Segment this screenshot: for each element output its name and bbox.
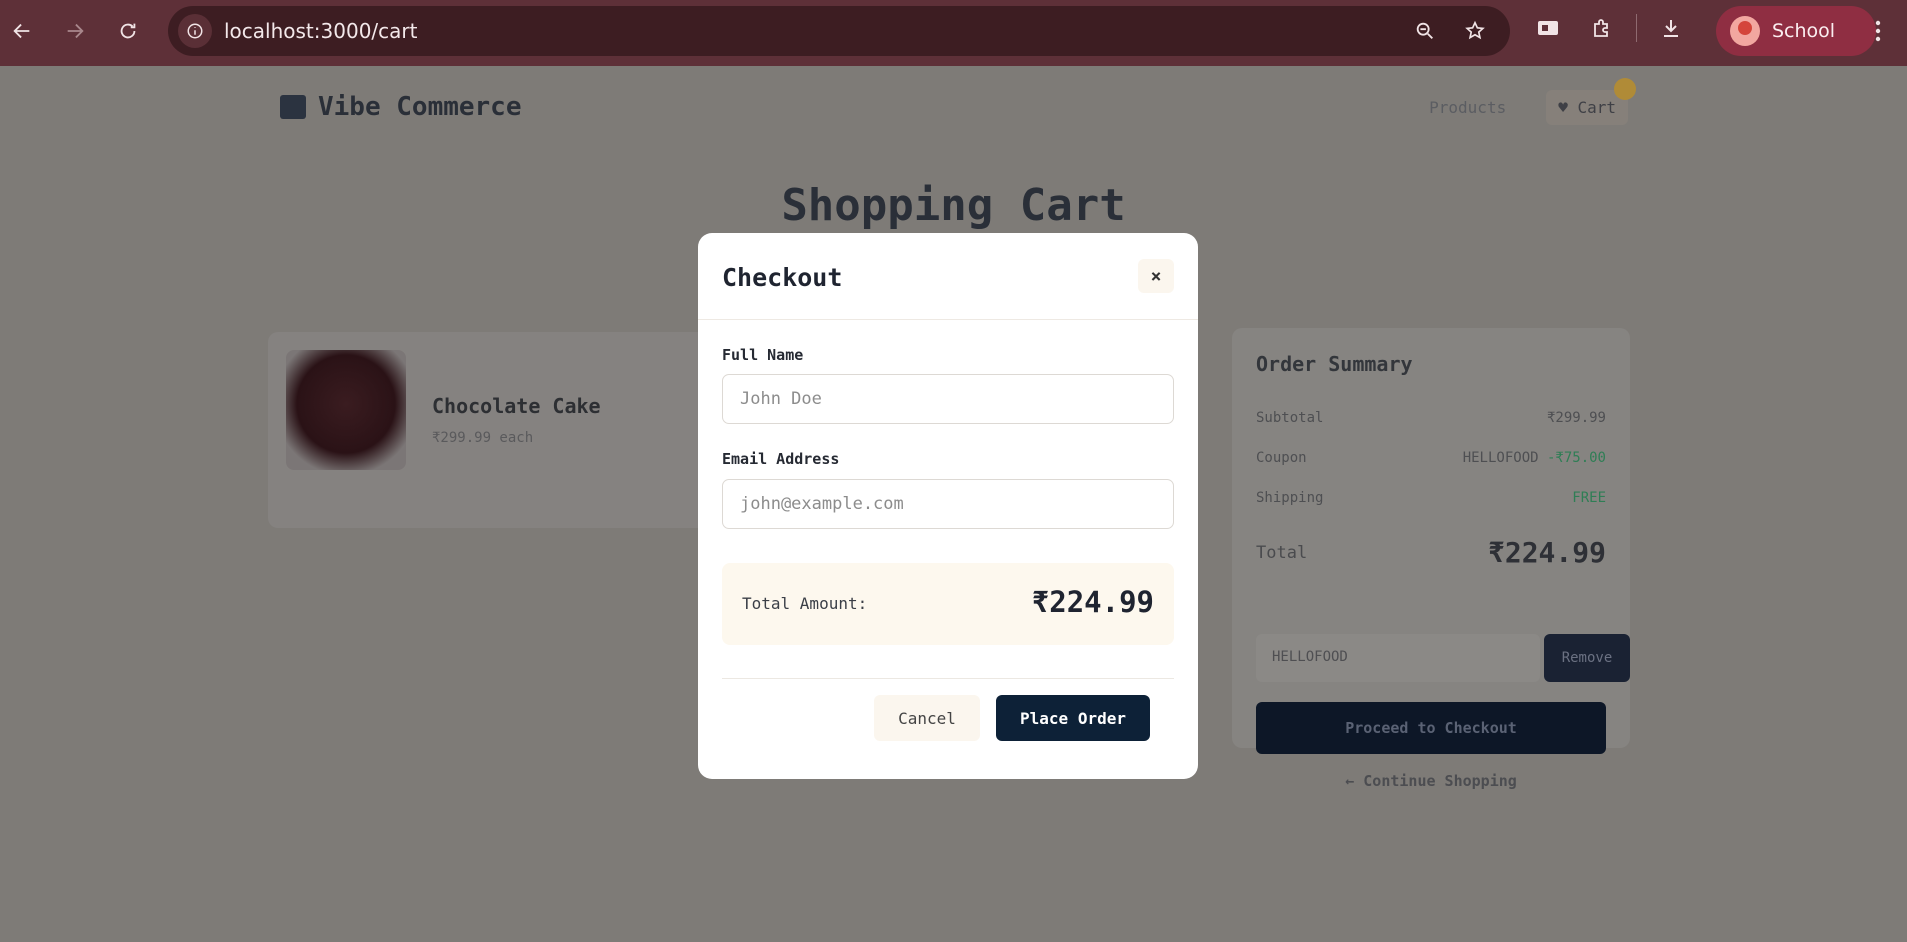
puzzle-icon[interactable] — [1582, 8, 1622, 48]
subtotal-value: ₹299.99 — [1546, 410, 1606, 426]
toolbar-divider — [1636, 14, 1637, 42]
coupon-code: HELLOFOOD — [1462, 450, 1539, 466]
modal-footer-divider — [722, 678, 1174, 679]
summary-total-label: Total — [1256, 543, 1308, 563]
shipping-value: FREE — [1572, 490, 1606, 506]
summary-total-value: ₹224.99 — [1487, 536, 1606, 569]
forward-arrow-icon[interactable] — [55, 11, 95, 51]
remove-coupon-button[interactable]: Remove — [1544, 634, 1630, 682]
cart-item-card: Chocolate Cake ₹299.99 each — [268, 332, 708, 528]
continue-shopping-link[interactable]: ← Continue Shopping — [1256, 772, 1606, 790]
order-summary: Order Summary Subtotal ₹299.99 Coupon HE… — [1232, 328, 1630, 790]
avatar — [1730, 16, 1760, 46]
cart-item-name: Chocolate Cake — [432, 394, 601, 418]
subtotal-label: Subtotal — [1256, 410, 1324, 426]
total-amount-value: ₹224.99 — [1031, 585, 1154, 619]
bookmark-star-icon[interactable] — [1458, 14, 1492, 48]
coupon-label: Coupon — [1256, 450, 1307, 466]
site-navbar: Vibe Commerce Products ♥ Cart — [278, 78, 1636, 132]
coupon-discount: -₹75.00 — [1546, 450, 1606, 466]
email-input[interactable] — [722, 479, 1174, 529]
coupon-input[interactable]: HELLOFOOD — [1256, 634, 1540, 682]
modal-header-divider — [698, 319, 1198, 320]
address-bar[interactable]: localhost:3000/cart — [168, 6, 1510, 56]
back-arrow-icon[interactable] — [2, 11, 42, 51]
store-icon — [280, 95, 306, 119]
cart-icon: ♥ — [1558, 98, 1578, 117]
site-info-icon[interactable] — [178, 14, 212, 48]
url-text[interactable]: localhost:3000/cart — [224, 19, 417, 43]
brand[interactable]: Vibe Commerce — [280, 92, 522, 122]
full-name-label: Full Name — [722, 346, 804, 364]
profile-button[interactable]: School — [1716, 6, 1876, 56]
coupon-row: Coupon HELLOFOOD -₹75.00 — [1256, 450, 1606, 466]
cancel-button[interactable]: Cancel — [874, 695, 980, 741]
modal-title: Checkout — [722, 263, 843, 292]
email-label: Email Address — [722, 450, 840, 468]
reload-icon[interactable] — [108, 11, 148, 51]
subtotal-row: Subtotal ₹299.99 — [1256, 410, 1606, 426]
full-name-input[interactable] — [722, 374, 1174, 424]
checkout-modal: Checkout × Full Name Email Address Total… — [698, 233, 1198, 779]
nav-cart-link[interactable]: ♥ Cart — [1546, 78, 1636, 125]
summary-title: Order Summary — [1256, 352, 1413, 376]
extension-icon[interactable] — [1528, 8, 1568, 48]
nav-cart-label: Cart — [1577, 98, 1616, 117]
browser-toolbar: localhost:3000/cart School — [0, 0, 1907, 66]
product-image — [286, 350, 406, 470]
proceed-to-checkout-button[interactable]: Proceed to Checkout — [1256, 702, 1606, 754]
download-icon[interactable] — [1651, 8, 1691, 48]
cart-count-badge — [1614, 78, 1636, 100]
zoom-icon[interactable] — [1408, 14, 1442, 48]
place-order-button[interactable]: Place Order — [996, 695, 1150, 741]
shipping-row: Shipping FREE — [1256, 490, 1606, 506]
nav-products-link[interactable]: Products — [1429, 98, 1506, 117]
total-amount-label: Total Amount: — [742, 594, 868, 613]
more-menu-icon[interactable] — [1858, 11, 1898, 51]
brand-name: Vibe Commerce — [318, 92, 522, 122]
total-amount-box: Total Amount: ₹224.99 — [722, 563, 1174, 645]
shipping-label: Shipping — [1256, 490, 1324, 506]
page-title: Shopping Cart — [781, 180, 1126, 231]
cart-item-price: ₹299.99 each — [432, 430, 534, 446]
close-icon[interactable]: × — [1138, 259, 1174, 293]
profile-label: School — [1772, 20, 1836, 42]
